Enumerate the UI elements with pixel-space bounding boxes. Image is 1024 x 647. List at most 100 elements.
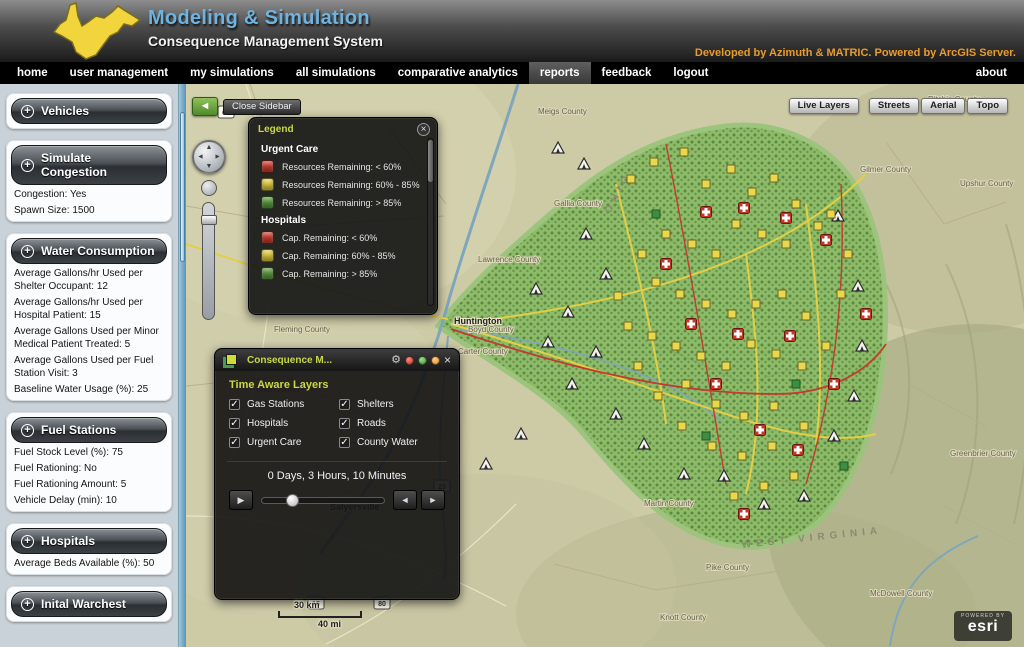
- gas-station-marker[interactable]: [688, 240, 696, 248]
- nav-item-reports[interactable]: reports: [529, 62, 591, 84]
- gas-station-marker[interactable]: [614, 292, 622, 300]
- pan-control[interactable]: ▲ ▼ ◄ ►: [192, 140, 226, 174]
- pan-north-icon[interactable]: ▲: [206, 144, 213, 151]
- gas-station-marker[interactable]: [790, 472, 798, 480]
- scrollbar-thumb[interactable]: [180, 112, 185, 262]
- nav-item-feedback[interactable]: feedback: [591, 62, 663, 84]
- checkbox-icon[interactable]: ✓: [229, 437, 240, 448]
- gas-station-marker[interactable]: [837, 290, 845, 298]
- sidebar-button-water-consumption[interactable]: +Water Consumption: [11, 238, 167, 264]
- time-slider[interactable]: [261, 497, 385, 504]
- nav-item-about[interactable]: about: [965, 62, 1018, 84]
- gas-station-marker[interactable]: [844, 250, 852, 258]
- gas-station-marker[interactable]: [652, 278, 660, 286]
- nav-item-comparative-analytics[interactable]: comparative analytics: [387, 62, 529, 84]
- gas-station-marker[interactable]: [760, 482, 768, 490]
- gas-station-marker[interactable]: [680, 148, 688, 156]
- gas-station-marker[interactable]: [758, 230, 766, 238]
- gas-station-marker[interactable]: [822, 342, 830, 350]
- time-slider-thumb[interactable]: [286, 494, 299, 507]
- gas-station-marker[interactable]: [727, 165, 735, 173]
- status-green-icon[interactable]: [418, 356, 427, 365]
- water-marker[interactable]: [652, 210, 660, 218]
- pan-east-icon[interactable]: ►: [214, 154, 221, 161]
- layer-toggle-gas-stations[interactable]: ✓Gas Stations: [229, 399, 335, 410]
- basemap-button-aerial[interactable]: Aerial: [921, 98, 965, 114]
- gas-station-marker[interactable]: [662, 230, 670, 238]
- water-marker[interactable]: [792, 380, 800, 388]
- checkbox-icon[interactable]: ✓: [339, 399, 350, 410]
- status-red-icon[interactable]: [405, 356, 414, 365]
- step-forward-button[interactable]: ►: [421, 490, 445, 510]
- gas-station-marker[interactable]: [802, 312, 810, 320]
- checkbox-icon[interactable]: ✓: [339, 437, 350, 448]
- gas-station-marker[interactable]: [712, 400, 720, 408]
- gas-station-marker[interactable]: [827, 210, 835, 218]
- layer-toggle-urgent-care[interactable]: ✓Urgent Care: [229, 437, 335, 448]
- sidebar-button-inital-warchest[interactable]: +Inital Warchest: [11, 591, 167, 617]
- play-button[interactable]: ▶: [229, 490, 253, 510]
- zoom-slider-thumb[interactable]: [201, 215, 217, 225]
- sidebar-scrollbar[interactable]: [178, 84, 186, 647]
- sidebar-button-simulate-congestion[interactable]: +Simulate Congestion: [11, 145, 167, 185]
- gas-station-marker[interactable]: [770, 174, 778, 182]
- basemap-button-streets[interactable]: Streets: [869, 98, 919, 114]
- zoom-home-button[interactable]: [201, 180, 217, 196]
- gas-station-marker[interactable]: [672, 342, 680, 350]
- nav-item-user-management[interactable]: user management: [59, 62, 179, 84]
- sidebar-button-vehicles[interactable]: +Vehicles: [11, 98, 167, 124]
- gas-station-marker[interactable]: [752, 300, 760, 308]
- close-sidebar-button[interactable]: Close Sidebar: [223, 99, 301, 115]
- sidebar-button-hospitals[interactable]: +Hospitals: [11, 528, 167, 554]
- time-widget-titlebar[interactable]: Consequence M... ⚙ ×: [215, 349, 459, 371]
- status-orange-icon[interactable]: [431, 356, 440, 365]
- collapse-sidebar-arrow-button[interactable]: ◄: [192, 97, 218, 116]
- gas-station-marker[interactable]: [782, 240, 790, 248]
- nav-item-logout[interactable]: logout: [662, 62, 719, 84]
- gas-station-marker[interactable]: [708, 442, 716, 450]
- sidebar-button-fuel-stations[interactable]: +Fuel Stations: [11, 417, 167, 443]
- basemap-button-topo[interactable]: Topo: [967, 98, 1008, 114]
- layer-toggle-shelters[interactable]: ✓Shelters: [339, 399, 445, 410]
- pan-west-icon[interactable]: ◄: [197, 154, 204, 161]
- nav-item-all-simulations[interactable]: all simulations: [285, 62, 387, 84]
- gas-station-marker[interactable]: [702, 180, 710, 188]
- gas-station-marker[interactable]: [732, 220, 740, 228]
- layer-toggle-hospitals[interactable]: ✓Hospitals: [229, 418, 335, 429]
- map-canvas[interactable]: Ritchie CountyMeigs CountyGilmer CountyU…: [186, 84, 1024, 647]
- gas-station-marker[interactable]: [728, 310, 736, 318]
- gas-station-marker[interactable]: [650, 158, 658, 166]
- gas-station-marker[interactable]: [712, 250, 720, 258]
- gas-station-marker[interactable]: [740, 412, 748, 420]
- legend-scrollbar[interactable]: [427, 138, 434, 306]
- zoom-slider[interactable]: [202, 202, 215, 320]
- nav-item-my-simulations[interactable]: my simulations: [179, 62, 285, 84]
- gas-station-marker[interactable]: [738, 452, 746, 460]
- gas-station-marker[interactable]: [814, 222, 822, 230]
- checkbox-icon[interactable]: ✓: [229, 399, 240, 410]
- gas-station-marker[interactable]: [800, 422, 808, 430]
- water-marker[interactable]: [702, 432, 710, 440]
- gas-station-marker[interactable]: [768, 442, 776, 450]
- close-icon[interactable]: ×: [417, 123, 430, 136]
- gas-station-marker[interactable]: [722, 362, 730, 370]
- gas-station-marker[interactable]: [792, 200, 800, 208]
- gas-station-marker[interactable]: [678, 422, 686, 430]
- gas-station-marker[interactable]: [702, 300, 710, 308]
- gas-station-marker[interactable]: [748, 188, 756, 196]
- gas-station-marker[interactable]: [697, 352, 705, 360]
- gas-station-marker[interactable]: [682, 380, 690, 388]
- water-marker[interactable]: [840, 462, 848, 470]
- checkbox-icon[interactable]: ✓: [229, 418, 240, 429]
- layer-toggle-county-water[interactable]: ✓County Water: [339, 437, 445, 448]
- legend-scrollbar-thumb[interactable]: [428, 140, 433, 182]
- gear-icon[interactable]: ⚙: [391, 355, 401, 366]
- gas-station-marker[interactable]: [676, 290, 684, 298]
- gas-station-marker[interactable]: [747, 340, 755, 348]
- gas-station-marker[interactable]: [648, 332, 656, 340]
- gas-station-marker[interactable]: [798, 362, 806, 370]
- checkbox-icon[interactable]: ✓: [339, 418, 350, 429]
- pan-south-icon[interactable]: ▼: [206, 163, 213, 170]
- gas-station-marker[interactable]: [634, 362, 642, 370]
- gas-station-marker[interactable]: [627, 175, 635, 183]
